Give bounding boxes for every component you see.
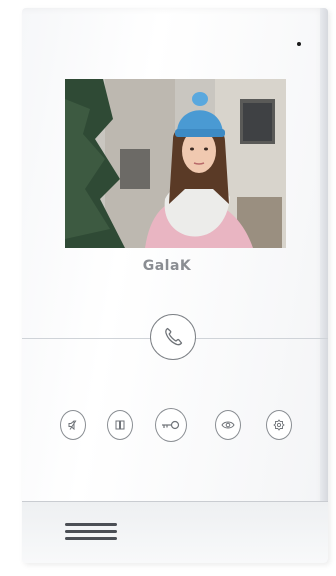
speaker-grille-icon <box>65 523 121 549</box>
panel-seam-bottom <box>22 501 328 502</box>
gear-icon <box>273 419 285 431</box>
brand-logo: GalaK <box>142 258 192 274</box>
key-icon <box>162 420 180 430</box>
mute-button[interactable] <box>60 410 86 440</box>
speaker-slot <box>65 530 117 533</box>
intercom-monitor-icon <box>115 420 125 430</box>
speaker-slot <box>65 537 117 540</box>
speaker-mute-icon <box>68 419 77 431</box>
eye-icon <box>221 421 235 429</box>
product-stage: GalaK <box>0 0 336 576</box>
device-side-edge <box>320 8 328 563</box>
intercom-device: GalaK <box>22 8 328 563</box>
speaker-slot <box>65 523 117 526</box>
view-button[interactable] <box>215 410 241 440</box>
function-button-row <box>22 408 328 448</box>
unlock-button[interactable] <box>155 408 187 442</box>
call-button[interactable] <box>150 314 196 360</box>
video-screen <box>65 79 286 248</box>
camera-lens-icon <box>297 42 301 46</box>
phone-handset-icon <box>165 327 183 346</box>
settings-button[interactable] <box>266 410 292 440</box>
visitor-video-image <box>65 79 286 248</box>
monitor-button[interactable] <box>107 410 133 440</box>
